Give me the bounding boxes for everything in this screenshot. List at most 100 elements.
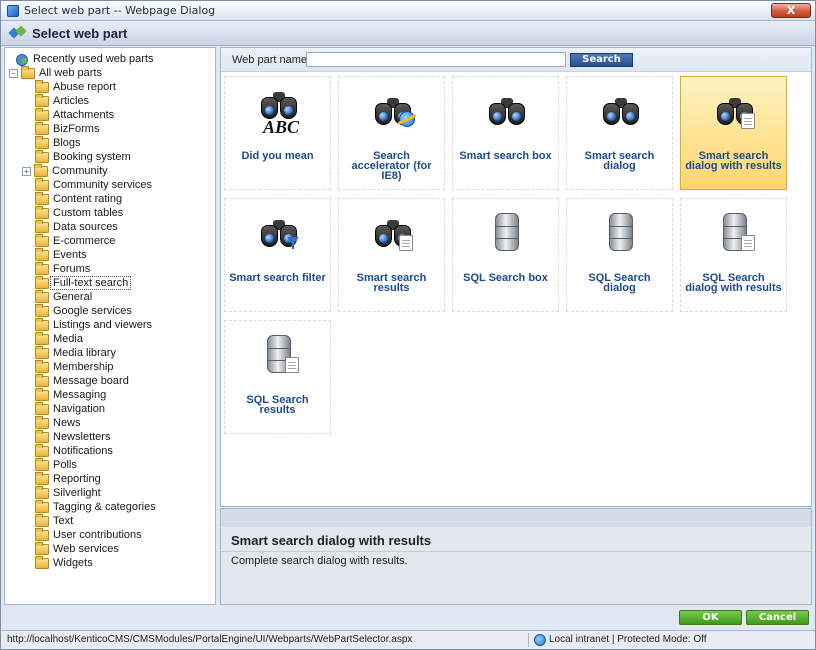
binoculars-document-icon: [715, 91, 755, 131]
folder-icon: [35, 135, 49, 149]
folder-icon: [35, 387, 49, 401]
web-part-tile[interactable]: Smart search dialog with results: [680, 76, 787, 190]
search-button[interactable]: Search: [570, 53, 633, 67]
tree-item-custom-tables[interactable]: Custom tables: [35, 205, 123, 220]
tree-item-general[interactable]: General: [35, 289, 93, 304]
tree-item-label: General: [53, 291, 93, 303]
web-part-tile-label: Smart search filter: [229, 272, 326, 284]
close-button[interactable]: X: [771, 3, 811, 18]
tree-item-newsletters[interactable]: Newsletters: [35, 429, 110, 444]
web-part-tile-label: Smart search box: [459, 150, 552, 162]
web-part-tile[interactable]: SQL Search dialog: [566, 198, 673, 312]
folder-icon: [35, 499, 49, 513]
tree-item-label: Attachments: [53, 109, 115, 121]
folder-icon: [35, 415, 49, 429]
web-part-tile[interactable]: Search accelerator (for IE8): [338, 76, 445, 190]
folder-icon: [35, 261, 49, 275]
binoculars-icon: [487, 91, 527, 131]
folder-icon: [35, 107, 49, 121]
tree-item-news[interactable]: News: [35, 415, 81, 430]
web-part-tile-label: Did you mean: [241, 150, 314, 162]
search-bar: Web part name: Search: [221, 48, 811, 72]
folder-icon: [35, 149, 49, 163]
tree-item-label: BizForms: [53, 123, 100, 135]
web-part-tile[interactable]: Smart search filter: [224, 198, 331, 312]
tree-item-content-rating[interactable]: Content rating: [35, 191, 122, 206]
web-part-tile[interactable]: ABC Did you mean: [224, 76, 331, 190]
folder-icon: [35, 303, 49, 317]
binoculars-filter-icon: [259, 213, 299, 253]
tree-item-articles[interactable]: Articles: [35, 93, 89, 108]
tree-item-data-sources[interactable]: Data sources: [35, 219, 118, 234]
tree-item-label: Membership: [53, 361, 114, 373]
web-part-tile-label: Smart search dialog with results: [685, 150, 782, 172]
tree-item-notifications[interactable]: Notifications: [35, 443, 113, 458]
tree-item-forums[interactable]: Forums: [35, 261, 91, 276]
folder-icon: [35, 79, 49, 93]
tree-item-silverlight[interactable]: Silverlight: [35, 485, 101, 500]
database-binoculars-icon: [487, 213, 527, 253]
tree-item-blogs[interactable]: Blogs: [35, 135, 81, 150]
collapse-toggle-icon[interactable]: −: [9, 68, 18, 78]
folder-icon: [35, 233, 49, 247]
tree-item-label: Forums: [53, 263, 91, 275]
tree-item-events[interactable]: Events: [35, 247, 87, 262]
tree-item-tagging-categories[interactable]: Tagging & categories: [35, 499, 156, 514]
folder-icon: [35, 331, 49, 345]
tree-item-media-library[interactable]: Media library: [35, 345, 116, 360]
tree-item-label: Tagging & categories: [53, 501, 156, 513]
search-label: Web part name:: [232, 54, 311, 66]
folder-icon: [35, 541, 49, 555]
tree-item-label: All web parts: [39, 67, 102, 79]
category-tree: Recently used web parts − All web parts …: [4, 47, 216, 605]
cancel-button[interactable]: Cancel: [746, 610, 809, 625]
tree-item-abuse-report[interactable]: Abuse report: [35, 79, 116, 94]
tree-item-web-services[interactable]: Web services: [35, 541, 119, 556]
tree-item-booking-system[interactable]: Booking system: [35, 149, 131, 164]
folder-icon: [35, 429, 49, 443]
web-part-tile[interactable]: Smart search dialog: [566, 76, 673, 190]
folder-icon: [35, 485, 49, 499]
tree-item-label: Polls: [53, 459, 77, 471]
tree-item-message-board[interactable]: Message board: [35, 373, 129, 388]
tree-item-navigation[interactable]: Navigation: [35, 401, 105, 416]
tree-item-all-web-parts[interactable]: − All web parts: [9, 65, 102, 80]
web-part-tile-label: Search accelerator (for IE8): [351, 150, 432, 182]
tree-item-user-contributions[interactable]: User contributions: [35, 527, 142, 542]
tree-item-label: Community services: [53, 179, 153, 191]
search-input[interactable]: [306, 52, 566, 67]
tree-item-messaging[interactable]: Messaging: [35, 387, 106, 402]
web-part-tile[interactable]: SQL Search dialog with results: [680, 198, 787, 312]
security-zone: Local intranet | Protected Mode: Off: [549, 634, 707, 645]
tree-item-bizforms[interactable]: BizForms: [35, 121, 100, 136]
tree-item-text[interactable]: Text: [35, 513, 73, 528]
tree-item-polls[interactable]: Polls: [35, 457, 77, 472]
tree-item-google-services[interactable]: Google services: [35, 303, 132, 318]
tree-item-attachments[interactable]: Attachments: [35, 107, 115, 122]
expand-toggle-icon[interactable]: +: [22, 166, 31, 176]
folder-open-icon: [21, 65, 35, 79]
tree-item-reporting[interactable]: Reporting: [35, 471, 101, 486]
web-part-tile[interactable]: SQL Search box: [452, 198, 559, 312]
folder-icon: [35, 359, 49, 373]
binoculars-icon: [487, 95, 527, 127]
binoculars-icon: [601, 95, 641, 127]
web-part-tile[interactable]: Smart search box: [452, 76, 559, 190]
tree-item-widgets[interactable]: Widgets: [35, 555, 93, 570]
tree-item-label: Media: [53, 333, 83, 345]
tree-item-e-commerce[interactable]: E-commerce: [35, 233, 115, 248]
web-part-tile[interactable]: SQL Search results: [224, 320, 331, 434]
tree-item-label: Blogs: [53, 137, 81, 149]
ok-button[interactable]: OK: [679, 610, 742, 625]
tree-item-media[interactable]: Media: [35, 331, 83, 346]
tree-item-membership[interactable]: Membership: [35, 359, 114, 374]
tree-item-recent[interactable]: Recently used web parts: [15, 52, 153, 66]
tree-item-full-text-search[interactable]: Full-text search: [35, 275, 132, 290]
tree-item-community-services[interactable]: Community services: [35, 177, 153, 192]
status-bar: http://localhost/KenticoCMS/CMSModules/P…: [1, 630, 815, 649]
tree-item-label: Silverlight: [53, 487, 101, 499]
tree-item-listings-and-viewers[interactable]: Listings and viewers: [35, 317, 152, 332]
detail-header-strip: [221, 509, 811, 527]
web-part-tile[interactable]: Smart search results: [338, 198, 445, 312]
tree-item-community[interactable]: + Community: [22, 163, 108, 178]
